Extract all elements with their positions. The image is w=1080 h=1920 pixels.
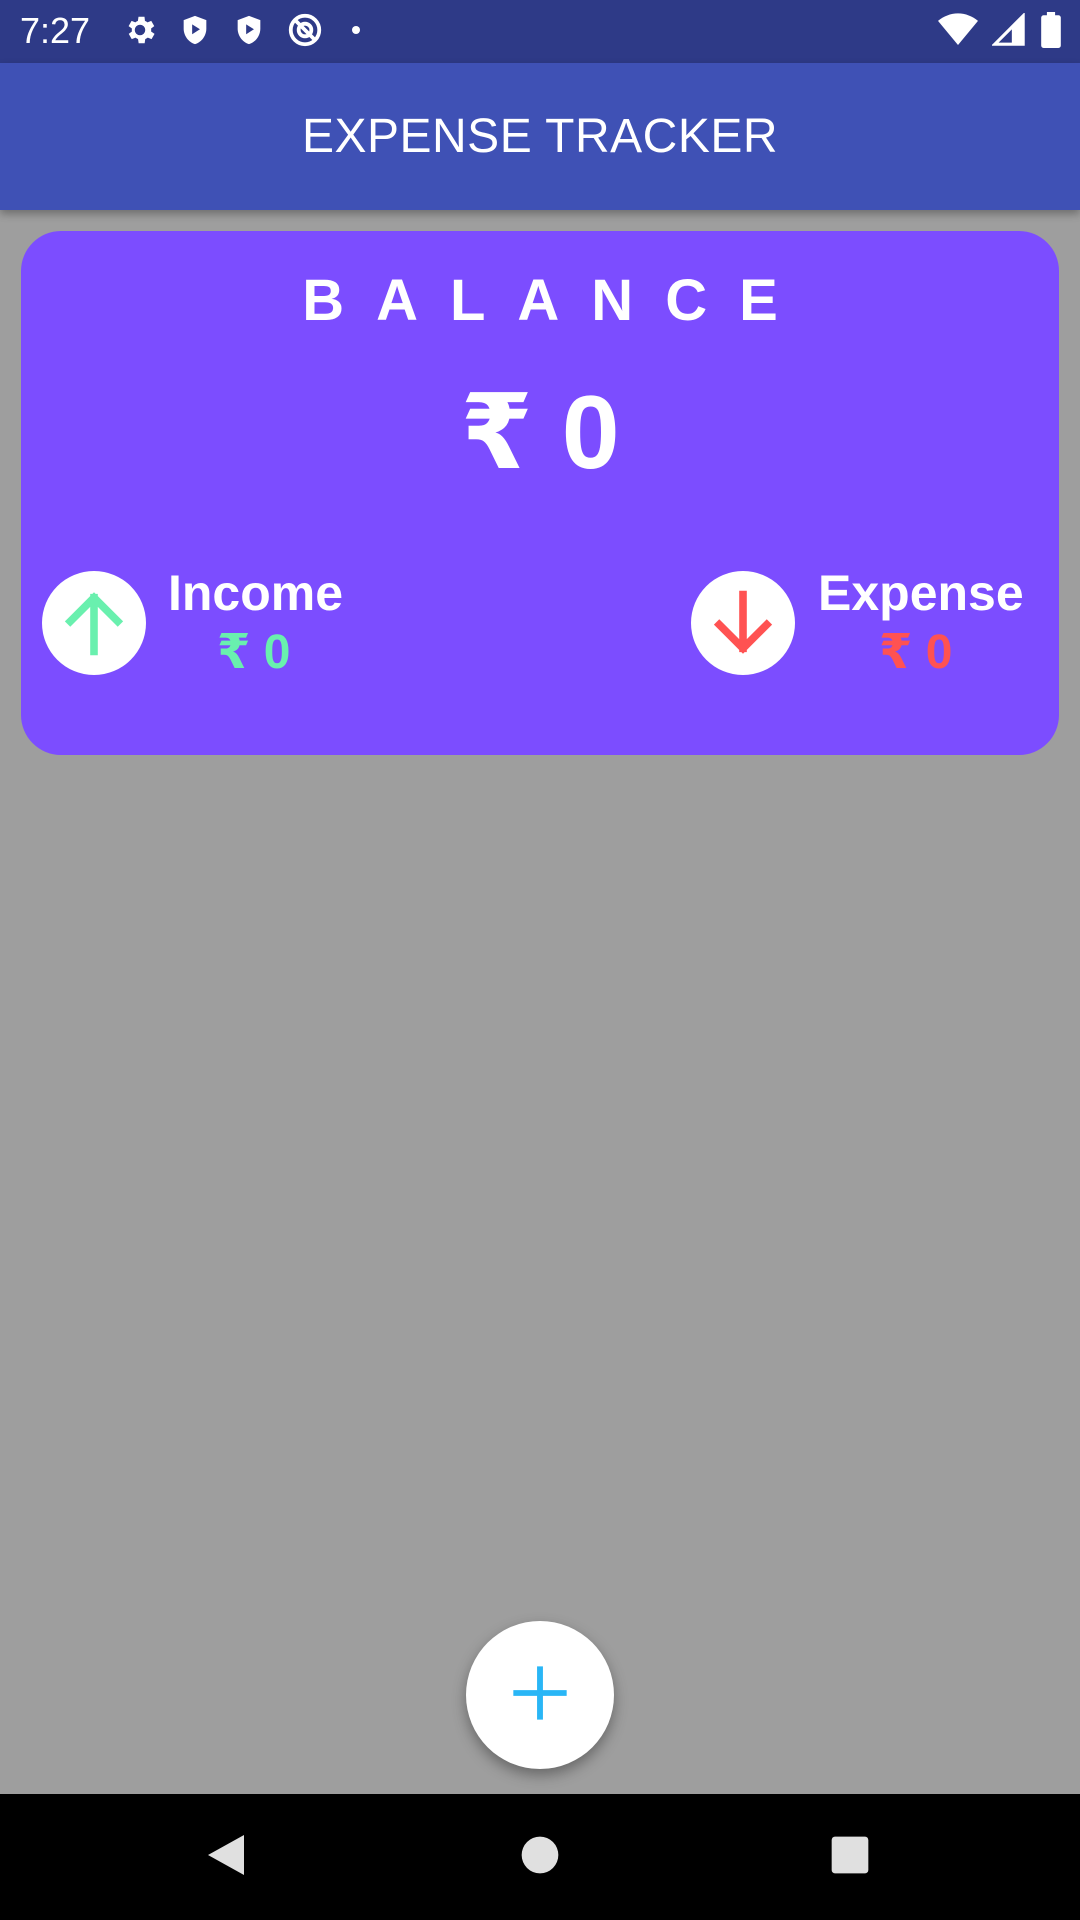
navigation-bar	[0, 1794, 1080, 1920]
status-notification-icons	[122, 12, 368, 52]
shield-play-icon	[232, 12, 266, 53]
status-bar: 7:27	[0, 0, 1080, 63]
shield-play-icon	[178, 12, 212, 53]
home-icon	[520, 1835, 560, 1880]
recents-button[interactable]	[820, 1827, 880, 1887]
balance-amount: ₹ 0	[460, 375, 620, 491]
add-transaction-button[interactable]	[466, 1621, 614, 1769]
gear-icon	[122, 12, 158, 53]
plus-icon	[508, 1661, 572, 1730]
income-label: Income	[168, 565, 344, 621]
expense-amount: ₹ 0	[879, 626, 953, 679]
home-button[interactable]	[510, 1827, 570, 1887]
app-bar: EXPENSE TRACKER	[0, 63, 1080, 210]
wifi-icon	[938, 12, 978, 52]
signal-icon	[991, 11, 1026, 52]
expense-label: Expense	[818, 565, 1024, 621]
balance-card: BALANCE ₹ 0 Income ₹ 0 Expense ₹ 0	[21, 231, 1059, 755]
status-time: 7:27	[20, 10, 91, 51]
app-title: EXPENSE TRACKER	[301, 110, 779, 163]
battery-icon	[1040, 11, 1062, 53]
income-amount: ₹ 0	[217, 626, 291, 679]
balance-label: BALANCE	[302, 268, 810, 333]
arrow-up-icon	[42, 571, 146, 675]
no-sync-icon	[286, 11, 324, 54]
dot-icon	[344, 18, 368, 47]
recents-icon	[830, 1835, 870, 1880]
arrow-down-icon	[691, 571, 795, 675]
back-button[interactable]	[196, 1827, 256, 1887]
status-system-icons	[938, 11, 1062, 53]
back-icon	[204, 1831, 248, 1884]
